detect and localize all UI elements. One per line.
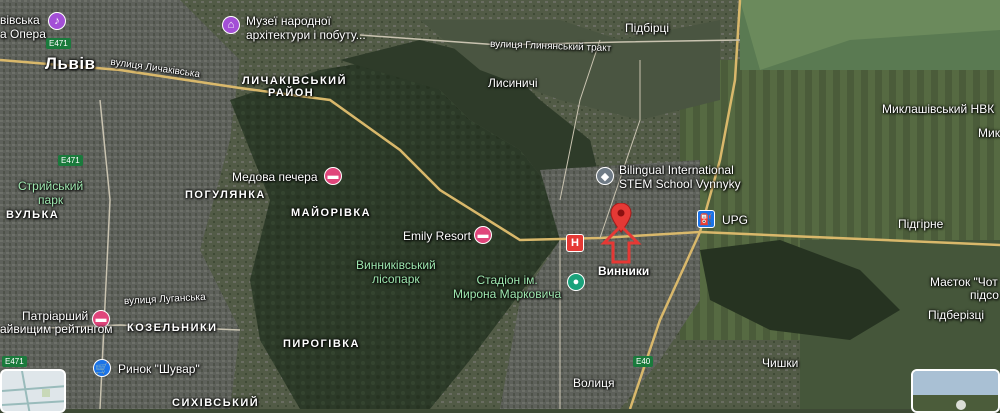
upg-label[interactable]: UPG <box>722 213 748 227</box>
emily-resort-label[interactable]: Emily Resort <box>403 229 471 243</box>
medova-hotel-icon[interactable]: ▬ <box>324 167 342 185</box>
district-pohulianka: ПОГУЛЯНКА <box>185 189 266 201</box>
opera-label[interactable]: вівська а Опера <box>0 13 46 41</box>
place-mykl[interactable]: Миклашівський НВК <box>882 102 994 116</box>
place-lysynychi[interactable]: Лисиничі <box>488 76 538 90</box>
street-view-thumbnail[interactable] <box>911 369 1000 413</box>
place-pidbirtsi[interactable]: Підбірці <box>625 21 669 35</box>
park-stryiskyi[interactable]: Стрийський парк <box>18 179 83 207</box>
patriarshyi-label2[interactable]: айвищим рейтингом <box>0 322 113 336</box>
red-arrow-icon <box>600 223 642 264</box>
district-raion: РАЙОН <box>268 87 315 99</box>
rynok-label[interactable]: Ринок "Шувар" <box>118 362 200 376</box>
place-vynnyky[interactable]: Винники <box>598 264 649 278</box>
district-vulka: ВУЛЬКА <box>6 209 60 221</box>
place-volytsia[interactable]: Волиця <box>573 376 615 390</box>
road-shield-e471-bottom: E471 <box>2 356 27 367</box>
place-pidhirne[interactable]: Підгірне <box>898 217 943 231</box>
district-sykhivskyi: СИХІВСЬКИЙ <box>172 397 260 409</box>
road-shield-e40: E40 <box>633 356 654 367</box>
school-label[interactable]: Bilingual International STEM School Vynn… <box>619 163 741 191</box>
map-layer-preview-icon <box>2 371 64 411</box>
opera-icon[interactable]: ♪ <box>48 12 66 30</box>
patriarshyi-label[interactable]: Патріарший <box>22 309 88 323</box>
stadium-label[interactable]: Стадіон ім. Мирона Марковича <box>453 273 561 301</box>
park-vynnyky[interactable]: Винниківський лісопарк <box>356 258 436 286</box>
road-shield-e471-mid: E471 <box>58 155 83 166</box>
gas-station-icon[interactable]: ⛽ <box>697 210 715 228</box>
place-mykl2[interactable]: Мик <box>978 126 1000 140</box>
hospital-icon[interactable]: H <box>566 234 584 252</box>
place-lviv[interactable]: Львів <box>45 55 96 72</box>
medova-label[interactable]: Медова печера <box>232 170 318 184</box>
emily-resort-icon[interactable]: ▬ <box>474 226 492 244</box>
museum-label[interactable]: Музеї народної архітектури і побуту... <box>246 14 366 42</box>
place-maetok[interactable]: Маєток "Чот <box>930 275 998 289</box>
shopping-cart-icon[interactable]: 🛒 <box>93 359 111 377</box>
museum-icon[interactable]: ⌂ <box>222 16 240 34</box>
district-pyrohivka: ПИРОГІВКА <box>283 338 360 350</box>
district-maiorivka: МАЙОРІВКА <box>291 207 372 219</box>
road-shield-e471-top: E471 <box>46 38 71 49</box>
place-pidberiztsi[interactable]: Підберізці <box>928 308 984 322</box>
district-kozelnyky: КОЗЕЛЬНИКИ <box>127 322 218 334</box>
place-chyshky[interactable]: Чишки <box>762 356 798 370</box>
stadium-icon[interactable]: ● <box>567 273 585 291</box>
school-icon[interactable]: ◆ <box>596 167 614 185</box>
place-maetok2[interactable]: підсо <box>970 288 999 302</box>
street-view-preview-icon <box>913 371 998 411</box>
map-layer-thumbnail[interactable] <box>0 369 66 413</box>
